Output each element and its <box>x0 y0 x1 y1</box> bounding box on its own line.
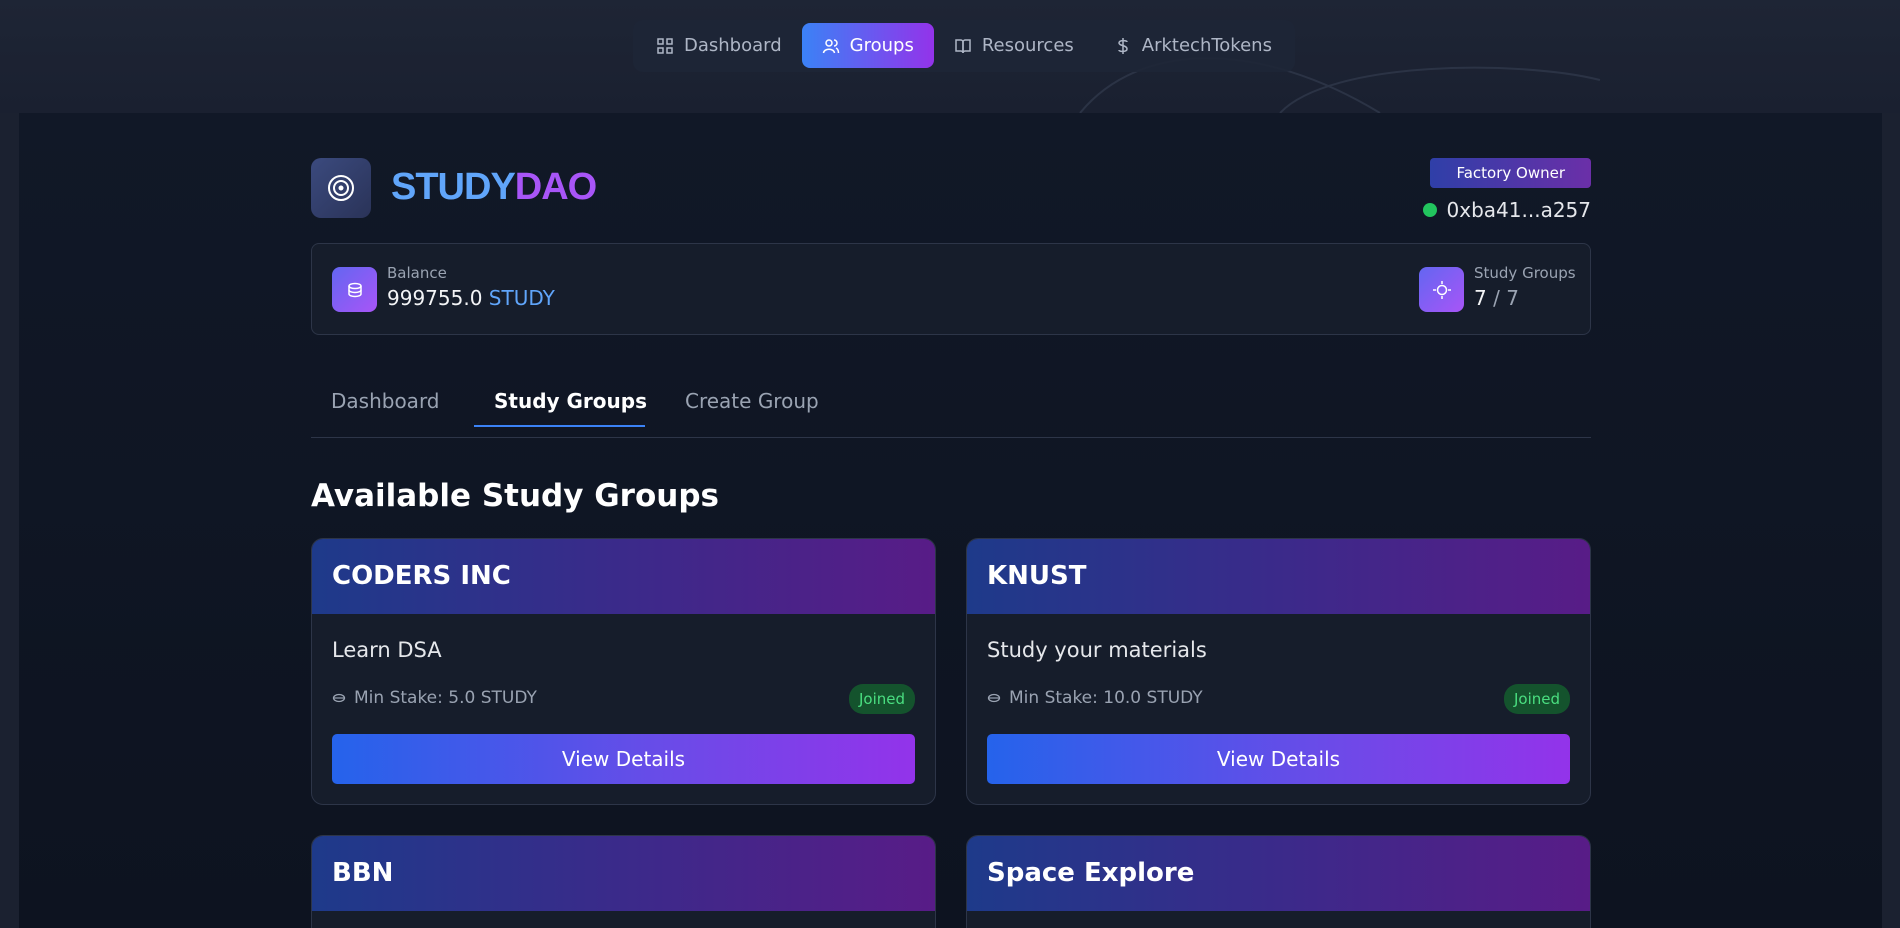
brand-part1: STUDY <box>391 166 516 208</box>
min-stake-text: Min Stake: 5.0 STUDY <box>354 688 537 708</box>
balance-icon-box <box>332 267 377 312</box>
nav-resources[interactable]: Resources <box>934 23 1094 68</box>
users-icon <box>822 38 839 53</box>
nav-groups-label: Groups <box>849 35 914 56</box>
groups-current: 7 <box>1474 286 1487 310</box>
tab-dashboard[interactable]: Dashboard <box>331 389 440 429</box>
group-card: CODERS INC Learn DSA Min Stake: 5.0 STUD… <box>311 538 936 805</box>
balance-value: 999755.0 STUDY <box>387 286 555 310</box>
tab-bar: Dashboard Study Groups Create Group <box>311 375 1591 438</box>
group-card: BBN <box>311 835 936 928</box>
wallet-address-text: 0xba41...a257 <box>1446 198 1591 222</box>
section-title: Available Study Groups <box>311 478 719 514</box>
wallet-address[interactable]: 0xba41...a257 <box>1422 198 1591 222</box>
joined-badge: Joined <box>848 684 915 714</box>
card-header: Space Explore <box>967 836 1590 911</box>
balance-unit: STUDY <box>488 286 555 310</box>
min-stake: Min Stake: 10.0 STUDY <box>987 688 1203 708</box>
group-name: KNUST <box>987 561 1087 591</box>
stats-panel: Balance 999755.0 STUDY Study Groups 7 / … <box>311 243 1591 335</box>
group-card: KNUST Study your materials Min Stake: 10… <box>966 538 1591 805</box>
logo <box>311 158 371 218</box>
view-details-button[interactable]: View Details <box>987 734 1570 784</box>
balance-label: Balance <box>387 264 447 282</box>
book-icon <box>955 38 971 53</box>
brand-name: STUDYDAO <box>391 166 597 209</box>
coins-icon <box>347 282 362 297</box>
main-nav: Dashboard Groups Resources ArktechTokens <box>633 20 1295 72</box>
min-stake: Min Stake: 5.0 STUDY <box>332 688 537 708</box>
coin-icon <box>332 693 346 703</box>
nav-dashboard[interactable]: Dashboard <box>636 23 802 68</box>
card-header: CODERS INC <box>312 539 935 614</box>
group-description: Study your materials <box>987 638 1207 662</box>
group-description: Learn DSA <box>332 638 442 662</box>
brand-part2: DAO <box>514 166 597 208</box>
groups-icon-box <box>1419 267 1464 312</box>
groups-total: / 7 <box>1493 286 1519 310</box>
balance-amount: 999755.0 <box>387 286 483 310</box>
online-status-dot <box>1422 203 1437 217</box>
min-stake-text: Min Stake: 10.0 STUDY <box>1009 688 1203 708</box>
view-details-button[interactable]: View Details <box>332 734 915 784</box>
card-header: BBN <box>312 836 935 911</box>
main-panel: STUDYDAO Factory Owner 0xba41...a257 Bal… <box>19 113 1882 928</box>
target-icon <box>328 175 354 201</box>
dollar-icon <box>1118 37 1128 54</box>
nav-arktechtokens-label: ArktechTokens <box>1141 35 1272 56</box>
tab-create-group[interactable]: Create Group <box>685 389 819 429</box>
active-tab-indicator <box>474 425 645 427</box>
group-name: CODERS INC <box>332 561 511 591</box>
nav-groups[interactable]: Groups <box>801 23 934 68</box>
crosshair-icon <box>1432 280 1451 299</box>
joined-badge: Joined <box>1503 684 1570 714</box>
top-bar: Dashboard Groups Resources ArktechTokens <box>0 0 1900 113</box>
role-badge: Factory Owner <box>1430 158 1591 188</box>
coin-icon <box>987 693 1001 703</box>
nav-resources-label: Resources <box>981 35 1074 56</box>
nav-dashboard-label: Dashboard <box>684 35 782 56</box>
group-card: Space Explore <box>966 835 1591 928</box>
group-name: BBN <box>332 858 394 888</box>
header: STUDYDAO Factory Owner 0xba41...a257 <box>311 158 1591 222</box>
card-header: KNUST <box>967 539 1590 614</box>
grid-icon <box>657 37 673 54</box>
tab-study-groups[interactable]: Study Groups <box>494 389 647 429</box>
group-name: Space Explore <box>987 858 1195 888</box>
study-groups-label: Study Groups <box>1474 264 1576 282</box>
study-groups-count: 7 / 7 <box>1474 286 1519 310</box>
nav-arktechtokens[interactable]: ArktechTokens <box>1094 23 1292 68</box>
